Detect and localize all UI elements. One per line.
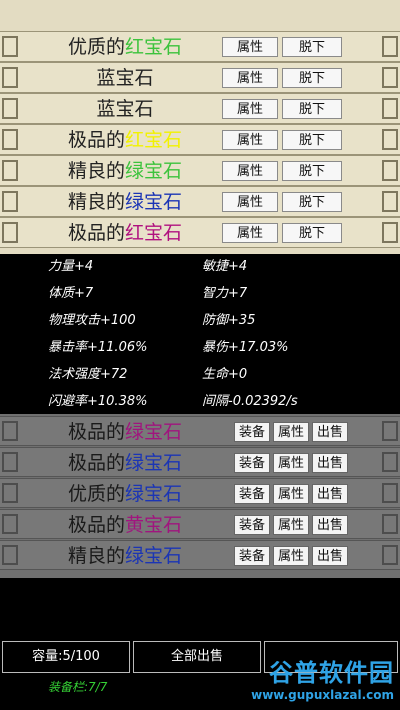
bag-item-row: 精良的绿宝石 装备 属性 出售	[0, 540, 400, 570]
watermark: 谷普软件园 www.gupuxlazal.com	[251, 653, 394, 702]
bag-item-name: 极品的黄宝石	[67, 514, 183, 536]
attribute-button[interactable]: 属性	[222, 223, 278, 243]
attribute-button[interactable]: 属性	[273, 453, 309, 473]
attribute-button[interactable]: 属性	[222, 192, 278, 212]
bag-item-row: 极品的绿宝石 装备 属性 出售	[0, 447, 400, 477]
equip-button[interactable]: 装备	[234, 422, 270, 442]
stat-dodge-rate: 闪避率+10.38%	[48, 394, 148, 409]
equipped-item-row: 极品的红宝石 属性 脱下	[0, 124, 400, 155]
unequip-button[interactable]: 脱下	[282, 223, 342, 243]
unequip-button[interactable]: 脱下	[282, 161, 342, 181]
attribute-button[interactable]: 属性	[273, 484, 309, 504]
watermark-logo: 谷普软件园	[269, 659, 394, 687]
equipped-item-row: 精良的绿宝石 属性 脱下	[0, 155, 400, 186]
unequip-button[interactable]: 脱下	[282, 192, 342, 212]
attribute-button[interactable]: 属性	[273, 422, 309, 442]
bag-list: 极品的绿宝石 装备 属性 出售 极品的绿宝石 装备 属性 出售 优质的绿宝石 装…	[0, 414, 400, 578]
stat-crit-rate: 暴击率+11.06%	[48, 340, 148, 355]
unequip-button[interactable]: 脱下	[282, 68, 342, 88]
equipped-item-row: 精良的绿宝石 属性 脱下	[0, 186, 400, 217]
equip-button[interactable]: 装备	[234, 453, 270, 473]
stat-crit-damage: 暴伤+17.03%	[202, 340, 289, 355]
stat-agility: 敏捷+4	[202, 259, 248, 274]
equipped-item-name: 精良的绿宝石	[67, 191, 183, 213]
unequip-button[interactable]: 脱下	[282, 37, 342, 57]
stat-intelligence: 智力+7	[202, 286, 248, 301]
stat-physical-attack: 物理攻击+100	[48, 313, 136, 328]
stat-interval: 间隔-0.02392/s	[202, 394, 298, 409]
stat-constitution: 体质+7	[48, 286, 94, 301]
equipped-item-name: 优质的红宝石	[67, 36, 183, 58]
sell-all-button[interactable]: 全部出售	[133, 641, 261, 673]
attribute-button[interactable]: 属性	[273, 546, 309, 566]
sell-button[interactable]: 出售	[312, 453, 348, 473]
bag-item-name: 精良的绿宝石	[67, 545, 183, 567]
equipped-item-name: 极品的红宝石	[67, 222, 183, 244]
watermark-url: www.gupuxlazal.com	[251, 688, 394, 702]
unequip-button[interactable]: 脱下	[282, 130, 342, 150]
equipped-item-row: 极品的红宝石 属性 脱下	[0, 217, 400, 248]
attribute-button[interactable]: 属性	[222, 68, 278, 88]
stats-panel: 力量+4 体质+7 物理攻击+100 暴击率+11.06% 法术强度+72 闪避…	[0, 254, 400, 414]
capacity-display: 容量:5/100	[2, 641, 130, 673]
stat-defense: 防御+35	[202, 313, 256, 328]
equip-button[interactable]: 装备	[234, 546, 270, 566]
stat-strength: 力量+4	[48, 259, 94, 274]
sell-button[interactable]: 出售	[312, 546, 348, 566]
attribute-button[interactable]: 属性	[222, 130, 278, 150]
equip-button[interactable]: 装备	[234, 484, 270, 504]
equipped-item-name: 精良的绿宝石	[67, 160, 183, 182]
attribute-button[interactable]: 属性	[222, 99, 278, 119]
equipped-item-name: 蓝宝石	[96, 67, 154, 89]
bag-item-name: 极品的绿宝石	[67, 421, 183, 443]
bag-item-name: 优质的绿宝石	[67, 483, 183, 505]
equipped-item-row: 蓝宝石 属性 脱下	[0, 93, 400, 124]
sell-button[interactable]: 出售	[312, 515, 348, 535]
unequip-button[interactable]: 脱下	[282, 99, 342, 119]
stat-life: 生命+0	[202, 367, 248, 382]
stat-spell-power: 法术强度+72	[48, 367, 128, 382]
attribute-button[interactable]: 属性	[222, 37, 278, 57]
bag-item-name: 极品的绿宝石	[67, 452, 183, 474]
equipped-list: 优质的红宝石 属性 脱下 蓝宝石 属性 脱下 蓝宝石 属性 脱下 极品的红宝石 …	[0, 0, 400, 254]
bag-item-row: 极品的黄宝石 装备 属性 出售	[0, 509, 400, 539]
equip-button[interactable]: 装备	[234, 515, 270, 535]
equipped-item-row: 蓝宝石 属性 脱下	[0, 62, 400, 93]
equipped-item-name: 极品的红宝石	[67, 129, 183, 151]
bag-item-row: 优质的绿宝石 装备 属性 出售	[0, 478, 400, 508]
sell-button[interactable]: 出售	[312, 422, 348, 442]
equipped-item-row: 优质的红宝石 属性 脱下	[0, 31, 400, 62]
equipped-item-name: 蓝宝石	[96, 98, 154, 120]
attribute-button[interactable]: 属性	[273, 515, 309, 535]
sell-button[interactable]: 出售	[312, 484, 348, 504]
attribute-button[interactable]: 属性	[222, 161, 278, 181]
bag-item-row: 极品的绿宝石 装备 属性 出售	[0, 416, 400, 446]
equipment-slots-label: 装备栏:7/7	[48, 680, 108, 694]
